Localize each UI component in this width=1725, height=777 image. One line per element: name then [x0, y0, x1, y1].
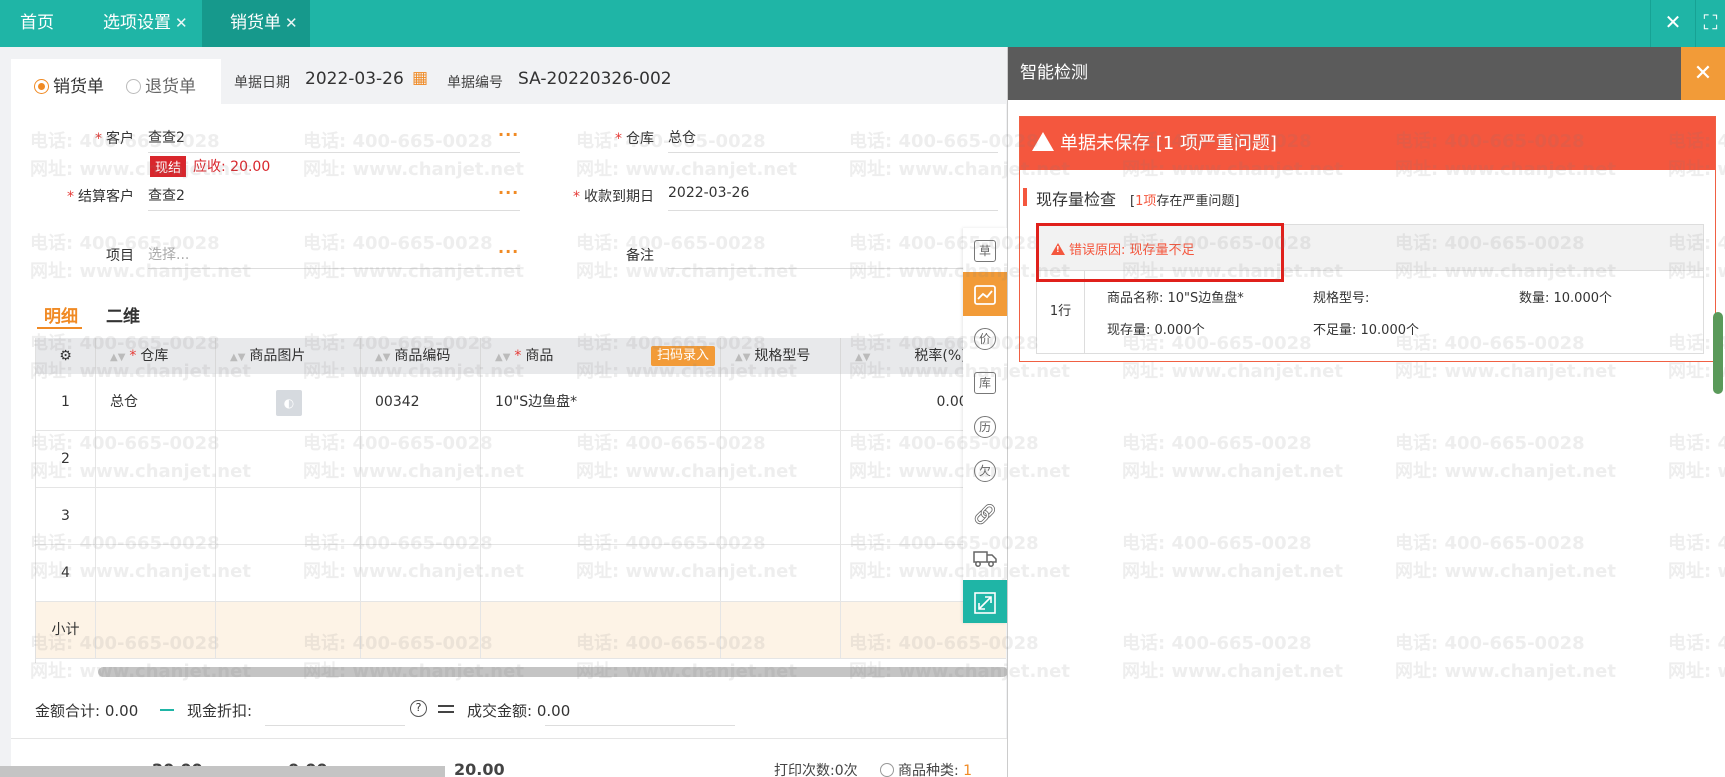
- minus-icon: [160, 709, 174, 711]
- stock-icon[interactable]: 库: [963, 360, 1007, 404]
- settle-customer-label: * 结算客户: [67, 189, 134, 205]
- deal-amount: 成交金额: 0.00: [467, 702, 571, 720]
- customer-label: * 客户: [95, 131, 134, 147]
- close-icon[interactable]: ✕: [285, 14, 298, 32]
- table-row[interactable]: 1 总仓 ◐ 00342 10"S边鱼盘* 0.00%: [36, 374, 1006, 431]
- history-icon[interactable]: 历: [963, 404, 1007, 448]
- scan-entry-button[interactable]: 扫码录入: [651, 346, 716, 366]
- customer-more-icon[interactable]: ···: [498, 125, 519, 144]
- owed-icon[interactable]: 欠: [963, 448, 1007, 492]
- product-image: ◐: [216, 374, 361, 431]
- subtotal-row: 小计: [36, 602, 1006, 659]
- table-row[interactable]: 4: [36, 545, 1006, 602]
- customer-value[interactable]: 查查2: [148, 127, 185, 147]
- warning-icon: [1032, 132, 1054, 190]
- receivable-text: 应收: 20.00: [193, 159, 271, 175]
- col-code[interactable]: ▲▼ 商品编码: [361, 338, 481, 374]
- due-date-value[interactable]: 2022-03-26: [668, 185, 749, 201]
- grid-settings-icon[interactable]: ⚙: [36, 338, 96, 374]
- date-value[interactable]: 2022-03-26: [305, 69, 404, 89]
- amount-total: 金额合计: 0.00: [35, 702, 139, 720]
- highlight-frame: [1036, 223, 1284, 282]
- col-warehouse[interactable]: ▲▼ * 仓库: [96, 338, 216, 374]
- horizontal-scrollbar[interactable]: [98, 667, 1008, 677]
- equals-icon: [438, 705, 454, 713]
- print-count: 打印次数:0次: [774, 763, 858, 777]
- warehouse-label: * 仓库: [615, 131, 654, 147]
- alert-header: 单据未保存 [1 项严重问题]: [1020, 117, 1715, 190]
- project-more-icon[interactable]: ···: [498, 242, 519, 261]
- chart-icon[interactable]: [963, 272, 1007, 316]
- section-subtitle: [1项存在严重问题]: [1130, 194, 1240, 209]
- col-image[interactable]: ▲▼ 商品图片: [216, 338, 361, 374]
- table-row[interactable]: 2: [36, 431, 1006, 488]
- tab-sales-order[interactable]: 销货单 ✕: [202, 0, 310, 47]
- settle-more-icon[interactable]: ···: [498, 183, 519, 202]
- col-spec[interactable]: ▲▼ 规格型号: [721, 338, 841, 374]
- tab-2d[interactable]: 二维: [106, 302, 140, 327]
- price-icon[interactable]: 价: [963, 316, 1007, 360]
- calendar-icon[interactable]: ▦: [412, 68, 428, 88]
- help-icon[interactable]: ?: [410, 700, 427, 717]
- smart-check-panel: 智能检测 ✕ 单据未保存 [1 项严重问题] 现存量检查 [1项存在严重问题] …: [1007, 47, 1725, 777]
- due-date-label: * 收款到期日: [573, 189, 654, 205]
- grid-header: ⚙ ▲▼ * 仓库 ▲▼ 商品图片 ▲▼ 商品编码 ▲▼ * 商品 扫码录入 ▲▼ 规格型号 …: [36, 338, 1006, 374]
- expand-icon[interactable]: [963, 580, 1007, 623]
- side-toolbar: 草 价 库 历 欠 🔗︎: [963, 228, 1007, 623]
- settle-customer-value[interactable]: 查查2: [148, 185, 185, 205]
- fullscreen-icon[interactable]: ⛶: [1695, 0, 1725, 47]
- image-placeholder-icon: ◐: [276, 390, 302, 416]
- warehouse-value[interactable]: 总仓: [668, 127, 696, 147]
- table-row[interactable]: 3: [36, 488, 1006, 545]
- close-window-button[interactable]: ✕: [1650, 0, 1695, 47]
- draft-icon[interactable]: 草: [963, 228, 1007, 272]
- tab-options[interactable]: 选项设置 ✕: [103, 0, 188, 47]
- project-input[interactable]: 选择...: [148, 244, 189, 264]
- project-label: 项目: [106, 248, 134, 264]
- detail-grid: ⚙ ▲▼ * 仓库 ▲▼ 商品图片 ▲▼ 商品编码 ▲▼ * 商品 扫码录入 ▲▼ 规格型号 …: [35, 338, 1006, 663]
- truck-icon[interactable]: [963, 536, 1007, 580]
- attachment-icon[interactable]: 🔗︎: [963, 492, 1007, 536]
- error-row-label: 1行: [1037, 271, 1085, 353]
- tab-detail[interactable]: 明细: [44, 302, 78, 327]
- remark-label: 备注: [626, 248, 654, 264]
- docno-value: SA-20220326-002: [518, 69, 672, 89]
- radio-return[interactable]: 退货单: [126, 72, 196, 97]
- panel-scrollbar[interactable]: [1713, 312, 1723, 394]
- close-icon[interactable]: ✕: [175, 14, 188, 32]
- date-label: 单据日期: [234, 75, 290, 91]
- bottom-scrollbar[interactable]: [0, 766, 445, 777]
- kinds: 商品种类: 1: [880, 760, 972, 777]
- status-badge: 现结: [150, 156, 187, 177]
- cash-discount-label: 现金折扣:: [187, 702, 253, 720]
- panel-close-button[interactable]: ✕: [1681, 47, 1725, 100]
- tab-home[interactable]: 首页: [20, 0, 54, 47]
- panel-title: 智能检测: [1008, 47, 1725, 100]
- section-title: 现存量检查: [1036, 190, 1117, 209]
- docno-label: 单据编号: [447, 75, 503, 91]
- top-tab-bar: 首页 选项设置 ✕ 销货单 ✕ ✕ ⛶: [0, 0, 1725, 47]
- radio-sales[interactable]: 销货单: [34, 72, 104, 97]
